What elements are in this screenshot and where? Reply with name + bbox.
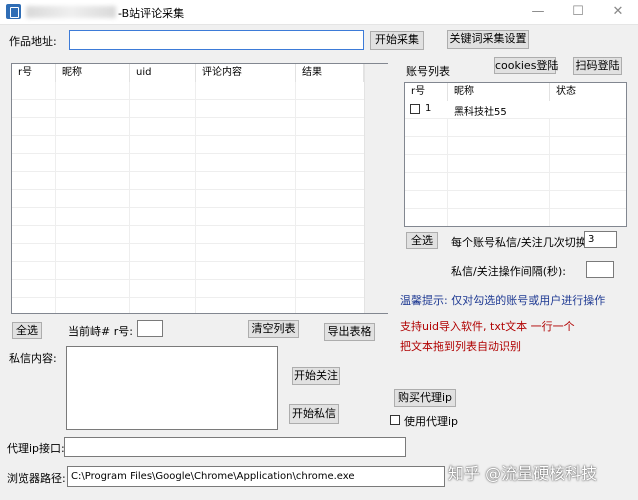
account-table[interactable]: r号 昵称 状态 1 黑科技社55 (404, 82, 627, 227)
export-table-button[interactable]: 导出表格 (324, 323, 375, 341)
table-row[interactable]: 1 黑科技社55 (405, 101, 626, 118)
notice-tip: 温馨提示: 仅对勾选的账号或用户进行操作 (400, 294, 606, 307)
url-input[interactable] (69, 30, 364, 50)
current-count-field[interactable] (137, 320, 163, 337)
clear-list-button[interactable]: 清空列表 (248, 320, 299, 338)
account-list-title: 账号列表 (406, 65, 450, 78)
account-column-status[interactable]: 状态 (550, 83, 626, 101)
app-icon (6, 4, 21, 19)
use-proxy-label: 使用代理ip (404, 415, 459, 428)
use-proxy-checkbox[interactable] (390, 415, 400, 425)
comments-scrollbar[interactable] (364, 64, 388, 313)
browser-path-label: 浏览器路径: (7, 472, 66, 485)
column-header-num[interactable]: r号 (12, 64, 56, 82)
account-column-nickname[interactable]: 昵称 (448, 83, 550, 101)
browser-path-input[interactable]: C:\Program Files\Google\Chrome\Applicati… (67, 466, 445, 487)
account-row-num: 1 (425, 103, 432, 114)
message-textarea[interactable] (66, 346, 278, 430)
column-header-nickname[interactable]: 昵称 (56, 64, 130, 82)
switch-count-label: 每个账号私信/关注几次切换: (451, 236, 591, 249)
column-header-uid[interactable]: uid (130, 64, 196, 82)
blurred-title-prefix (26, 6, 116, 18)
cookies-login-button[interactable]: cookies登陆 (494, 57, 558, 74)
start-collect-button[interactable]: 开始采集 (370, 31, 424, 50)
close-button[interactable]: ✕ (598, 0, 638, 24)
window-title: -B站评论采集 (118, 7, 185, 20)
column-header-result[interactable]: 结果 (296, 64, 364, 82)
account-column-num[interactable]: r号 (405, 83, 448, 101)
keyword-settings-button[interactable]: 关键词采集设置 (447, 30, 529, 49)
import-tip-line1: 支持uid导入软件, txt文本 一行一个 (400, 320, 575, 333)
buy-proxy-button[interactable]: 购买代理ip (394, 389, 456, 407)
select-all-accounts-button[interactable]: 全选 (406, 232, 438, 249)
proxy-api-input[interactable] (64, 437, 406, 457)
import-tip-line2: 把文本拖到列表自动识别 (400, 340, 521, 353)
proxy-api-label: 代理ip接口: (7, 442, 65, 455)
account-row-name: 黑科技社55 (454, 107, 507, 118)
watermark: 知乎 @流量硬核科技 (448, 464, 598, 483)
select-all-comments-button[interactable]: 全选 (12, 322, 42, 339)
switch-count-input[interactable]: 3 (584, 231, 617, 248)
interval-label: 私信/关注操作间隔(秒): (451, 265, 566, 278)
comments-table[interactable]: r号 昵称 uid 评论内容 结果 (11, 63, 388, 314)
message-label: 私信内容: (9, 352, 57, 365)
maximize-button[interactable]: ☐ (558, 0, 598, 24)
account-row-checkbox[interactable] (410, 104, 420, 114)
start-message-button[interactable]: 开始私信 (289, 404, 339, 424)
interval-input[interactable] (586, 261, 614, 278)
column-header-comment[interactable]: 评论内容 (196, 64, 296, 82)
minimize-button[interactable]: — (518, 0, 558, 24)
qr-login-button[interactable]: 扫码登陆 (573, 57, 622, 75)
start-follow-button[interactable]: 开始关注 (292, 367, 340, 385)
title-bar: -B站评论采集 — ☐ ✕ (0, 0, 638, 25)
url-label: 作品地址: (9, 35, 57, 48)
current-count-label: 当前峙# r号: (68, 325, 133, 338)
